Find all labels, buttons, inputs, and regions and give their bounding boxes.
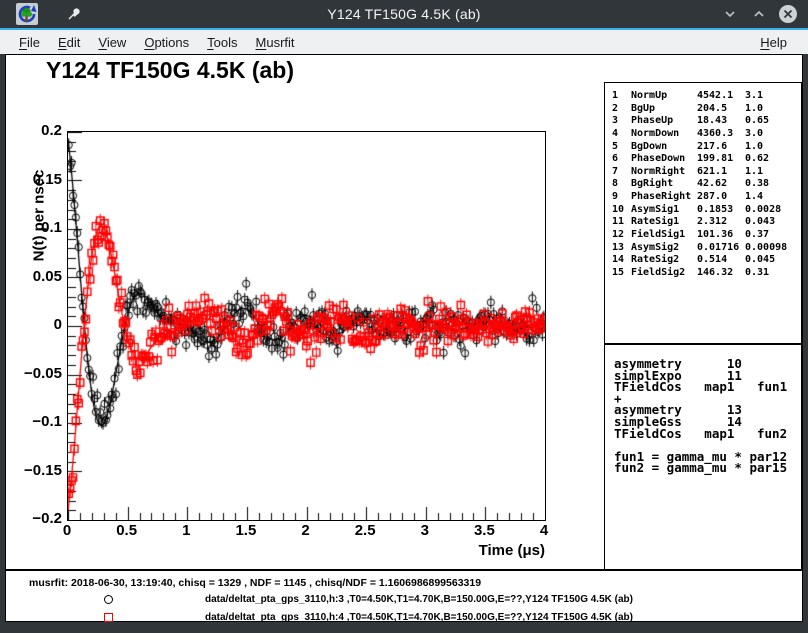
legend-text: data/deltat_pta_gps_3110,h:4 ,T0=4.50K,T…	[205, 612, 633, 623]
y-tick-label: 0.1	[14, 219, 62, 236]
y-tick-label: −0.15	[14, 462, 62, 479]
param-row: 6PhaseDown199.810.62	[605, 153, 801, 166]
fit-info-line: musrfit: 2018-06-30, 13:19:40, chisq = 1…	[29, 577, 481, 589]
app-window: Y124 TF150G 4.5K (ab)	[0, 0, 808, 633]
theory-box: asymmetry 10 simplExpo 11 TFieldCos map1…	[604, 344, 802, 570]
param-row: 13AsymSig20.017160.00098	[605, 242, 801, 255]
param-row: 12FieldSig1101.360.37	[605, 229, 801, 242]
param-row: 3PhaseUp18.430.65	[605, 115, 801, 128]
legend-row: data/deltat_pta_gps_3110,h:4 ,T0=4.50K,T…	[6, 611, 802, 625]
param-row: 7NormRight621.11.1	[605, 166, 801, 179]
chevron-down-icon	[723, 7, 737, 21]
parameter-table: 1NormUp4542.13.12BgUp204.51.03PhaseUp18.…	[604, 82, 802, 344]
legend-row: data/deltat_pta_gps_3110,h:3 ,T0=4.50K,T…	[6, 593, 802, 607]
y-tick-label: −0.1	[14, 413, 62, 430]
menu-item-help[interactable]: Help	[751, 33, 796, 52]
param-row: 8BgRight42.620.38	[605, 178, 801, 191]
maximize-button[interactable]	[749, 4, 769, 24]
theory-text: asymmetry 10 simplExpo 11 TFieldCos map1…	[614, 358, 801, 474]
param-row: 9PhaseRight287.01.4	[605, 191, 801, 204]
param-row: 4NormDown4360.33.0	[605, 128, 801, 141]
x-tick-label: 2	[284, 522, 328, 539]
window-body: Y124 TF150G 4.5K (ab) N(t) per nsec 0.20…	[0, 54, 808, 633]
titlebar: Y124 TF150G 4.5K (ab)	[0, 0, 808, 28]
param-row: 11RateSig12.3120.043	[605, 216, 801, 229]
y-tick-label: 0.2	[14, 122, 62, 139]
menu-item-edit[interactable]: Edit	[49, 33, 89, 52]
menu-item-musrfit[interactable]: Musrfit	[247, 33, 304, 52]
x-tick-label: 2.5	[343, 522, 387, 539]
param-row: 14RateSig20.5140.045	[605, 254, 801, 267]
plot-area[interactable]	[67, 131, 546, 521]
plot-title: Y124 TF150G 4.5K (ab)	[46, 57, 294, 84]
x-tick-label: 1.5	[224, 522, 268, 539]
x-tick-label: 1	[164, 522, 208, 539]
x-tick-label: 0.5	[105, 522, 149, 539]
close-icon	[778, 4, 798, 24]
y-tick-label: −0.05	[14, 365, 62, 382]
param-row: 1NormUp4542.13.1	[605, 90, 801, 103]
x-tick-label: 3.5	[462, 522, 506, 539]
param-row: 2BgUp204.51.0	[605, 103, 801, 116]
legend-marker-square-icon	[104, 613, 113, 622]
x-tick-label: 4	[522, 522, 566, 539]
legend-marker-circle-icon	[104, 595, 113, 604]
menubar: FileEditViewOptionsToolsMusrfit Help	[0, 30, 808, 54]
x-axis-label: Time (μs)	[404, 542, 545, 559]
menu-items: FileEditViewOptionsToolsMusrfit	[10, 33, 304, 52]
menu-item-options[interactable]: Options	[135, 33, 198, 52]
window-title: Y124 TF150G 4.5K (ab)	[0, 6, 808, 22]
x-tick-label: 0	[45, 522, 89, 539]
close-button[interactable]	[778, 4, 798, 24]
chevron-up-icon	[752, 7, 766, 21]
minimize-button[interactable]	[720, 4, 740, 24]
root-canvas: Y124 TF150G 4.5K (ab) N(t) per nsec 0.20…	[5, 54, 803, 570]
menu-item-view[interactable]: View	[89, 33, 135, 52]
param-row: 10AsymSig10.18530.0028	[605, 204, 801, 217]
legend-text: data/deltat_pta_gps_3110,h:3 ,T0=4.50K,T…	[205, 594, 633, 605]
param-row: 5BgDown217.61.0	[605, 141, 801, 154]
param-row: 15FieldSig2146.320.31	[605, 267, 801, 280]
y-tick-label: 0.15	[14, 171, 62, 188]
menu-item-tools[interactable]: Tools	[198, 33, 246, 52]
info-pad: musrfit: 2018-06-30, 13:19:40, chisq = 1…	[5, 570, 803, 622]
y-tick-label: 0.05	[14, 268, 62, 285]
y-tick-label: 0	[14, 316, 62, 333]
x-tick-label: 3	[403, 522, 447, 539]
menu-item-file[interactable]: File	[10, 33, 49, 52]
